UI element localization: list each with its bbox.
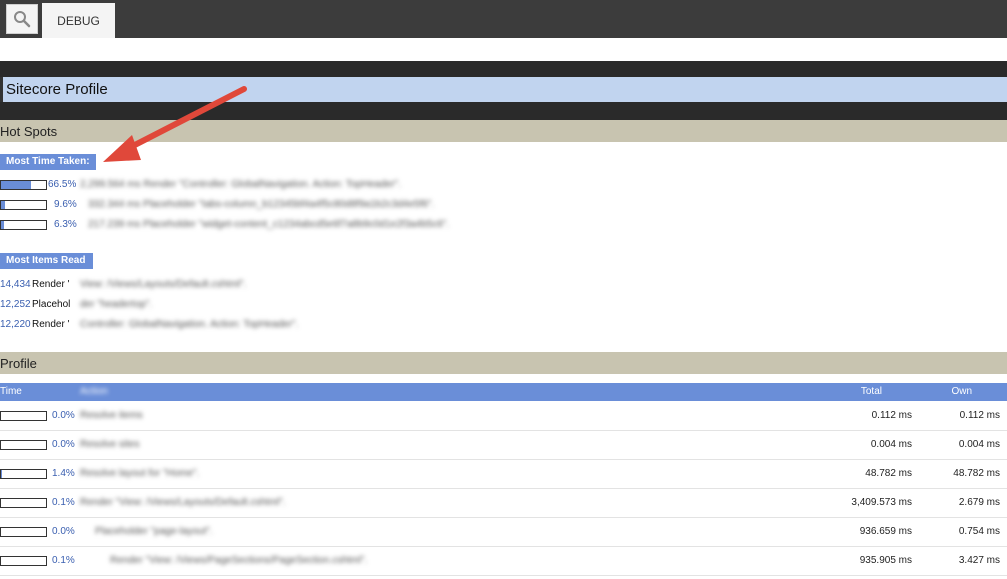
action-text: Resolve layout for "Home". <box>80 468 200 479</box>
action-text: Placeholder "page-layout". <box>95 526 213 537</box>
col-action[interactable]: Action <box>80 383 108 401</box>
top-toolbar: DEBUG <box>0 0 1007 38</box>
own-time: 0.112 ms <box>959 410 1000 421</box>
time-percent: 6.3% <box>54 219 77 230</box>
time-percent: 0.0% <box>52 526 75 537</box>
items-text: Controller: GlobalNavigation. Action: To… <box>80 319 299 330</box>
hot-time-text: 217.239 ms Placeholder "widget-content_c… <box>88 219 450 230</box>
time-percent: 0.1% <box>52 497 75 508</box>
time-percent: 9.6% <box>54 199 77 210</box>
total-time: 935.905 ms <box>859 555 912 566</box>
most-time-taken-label: Most Time Taken <box>6 156 87 167</box>
page-title: Sitecore Profile <box>6 81 108 98</box>
profile-title: Profile <box>0 356 37 371</box>
own-time: 48.782 ms <box>953 468 1000 479</box>
tab-debug-label: DEBUG <box>57 13 100 28</box>
total-time: 0.004 ms <box>870 439 912 450</box>
table-row[interactable]: 0.0% Resolve sites 0.004 ms 0.004 ms <box>0 431 1007 460</box>
col-time[interactable]: Time <box>0 383 22 401</box>
hot-time-text: 332.344 ms Placeholder "tabs-column_b123… <box>88 199 435 210</box>
time-bar <box>0 527 47 537</box>
hot-items-row[interactable]: 12,220 Render ' Controller: GlobalNaviga… <box>0 317 400 333</box>
action-text: Resolve items <box>80 410 143 421</box>
time-percent: 0.0% <box>52 410 75 421</box>
hot-time-text: 2,299.564 ms Render "Controller: GlobalN… <box>80 179 401 190</box>
profile-table-header: Time Action Total Own <box>0 383 1007 401</box>
action-text: Render "View: /Views/PageSections/PageSe… <box>110 555 368 566</box>
time-bar <box>0 498 47 508</box>
hot-spots-title: Hot Spots <box>0 124 58 139</box>
header-band <box>0 61 1007 77</box>
time-bar <box>0 180 47 190</box>
time-percent: 66.5% <box>48 179 77 190</box>
time-bar <box>0 556 47 566</box>
items-text: der "headertop". <box>80 299 153 310</box>
total-time: 3,409.573 ms <box>851 497 912 508</box>
table-row[interactable]: 0.1% Render "View: /Views/Layouts/Defaul… <box>0 489 1007 518</box>
action-text: Render "View: /Views/Layouts/Default.csh… <box>80 497 286 508</box>
own-time: 3.427 ms <box>958 555 1000 566</box>
time-percent: 0.1% <box>52 555 75 566</box>
table-row[interactable]: 0.0% Resolve items 0.112 ms 0.112 ms <box>0 402 1007 431</box>
col-total[interactable]: Total <box>861 383 882 401</box>
tab-debug[interactable]: DEBUG <box>42 3 115 38</box>
own-time: 2.679 ms <box>958 497 1000 508</box>
search-icon <box>14 11 31 28</box>
items-text: View: /Views/Layouts/Default.cshtml". <box>80 279 247 290</box>
time-bar <box>0 440 47 450</box>
items-count: 12,220 <box>0 319 31 330</box>
items-kind: Render ' <box>32 279 70 290</box>
time-percent: 1.4% <box>52 468 75 479</box>
time-bar <box>0 469 47 479</box>
most-items-read-header: Most Items Read <box>0 253 94 269</box>
items-count: 14,434 <box>0 279 31 290</box>
time-bar <box>0 200 47 210</box>
most-items-read-label: Most Items Read <box>6 255 86 266</box>
col-own[interactable]: Own <box>951 383 972 401</box>
time-percent: 0.0% <box>52 439 75 450</box>
search-button[interactable] <box>6 4 38 34</box>
items-kind: Render ' <box>32 319 70 330</box>
most-time-taken-header: Most Time Taken: <box>0 154 96 170</box>
table-row[interactable]: 0.0% Placeholder "page-layout". 936.659 … <box>0 518 1007 547</box>
hot-items-row[interactable]: 14,434 Render ' View: /Views/Layouts/Def… <box>0 277 400 293</box>
header-band-lower <box>0 102 1007 120</box>
items-kind: Placehol <box>32 299 71 310</box>
total-time: 48.782 ms <box>865 468 912 479</box>
time-bar <box>0 220 47 230</box>
hot-items-row[interactable]: 12,252 Placehol der "headertop". <box>0 297 400 313</box>
own-time: 0.754 ms <box>958 526 1000 537</box>
table-row[interactable]: 1.4% Resolve layout for "Home". 48.782 m… <box>0 460 1007 489</box>
page-title-bar: Sitecore Profile <box>0 77 1007 102</box>
action-text: Resolve sites <box>80 439 140 450</box>
profile-header: Profile <box>0 352 1007 374</box>
items-count: 12,252 <box>0 299 31 310</box>
table-row[interactable]: 0.1% Render "View: /Views/PageSections/P… <box>0 547 1007 576</box>
own-time: 0.004 ms <box>958 439 1000 450</box>
total-time: 0.112 ms <box>871 410 912 421</box>
total-time: 936.659 ms <box>859 526 912 537</box>
hot-spots-header: Hot Spots <box>0 120 1007 142</box>
time-bar <box>0 411 47 421</box>
